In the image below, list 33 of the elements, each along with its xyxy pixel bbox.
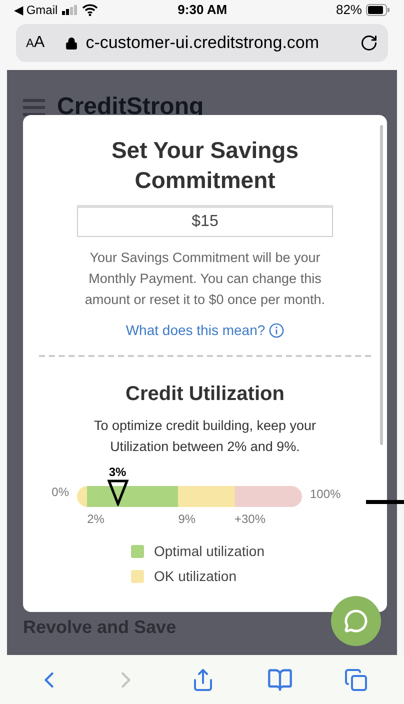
tick-label: 9% [178,511,196,528]
url-text: c-customer-ui.creditstrong.com [86,32,320,54]
lock-icon [64,36,78,50]
chat-icon [344,609,368,633]
address-bar[interactable]: AA c-customer-ui.creditstrong.com [16,24,388,62]
battery-icon [366,4,390,16]
commitment-description: Your Savings Commitment will be your Monthly Payment. You can change this amount or reset it to $0 once per month. [84,249,326,309]
bookmarks-icon[interactable] [266,666,293,692]
logo: CreditStrong [57,92,204,122]
utilization-text: To optimize credit building, keep your Utilization between 2% and 9%. [92,417,318,456]
tabs-icon[interactable] [344,668,368,692]
signal-icon [62,5,78,15]
battery-percent: 82% [336,1,362,20]
max-label: 100% [310,486,341,503]
wifi-icon [82,4,98,16]
help-link[interactable]: What does this mean? [126,320,284,341]
back-to-app[interactable]: ◀ Gmail [14,1,58,19]
modal-title: Set Your Savings Commitment [110,136,300,195]
legend-label: Optimal utilization [154,542,264,561]
clock: 9:30 AM [178,1,228,20]
reload-icon[interactable] [360,34,378,52]
meter-reading: 3% [108,465,126,479]
menu-icon[interactable] [23,98,45,116]
pointer-icon [106,479,128,506]
amount-field[interactable]: $15 [77,205,333,237]
chat-button[interactable] [331,596,381,646]
min-label: 0% [50,484,69,501]
tick-label: 2% [87,511,104,528]
utilization-title: Credit Utilization [126,382,284,407]
info-icon [269,323,284,338]
text-size-button[interactable]: AA [26,31,45,55]
legend-label: OK utilization [154,567,236,586]
tick-label: +30% [234,511,266,528]
